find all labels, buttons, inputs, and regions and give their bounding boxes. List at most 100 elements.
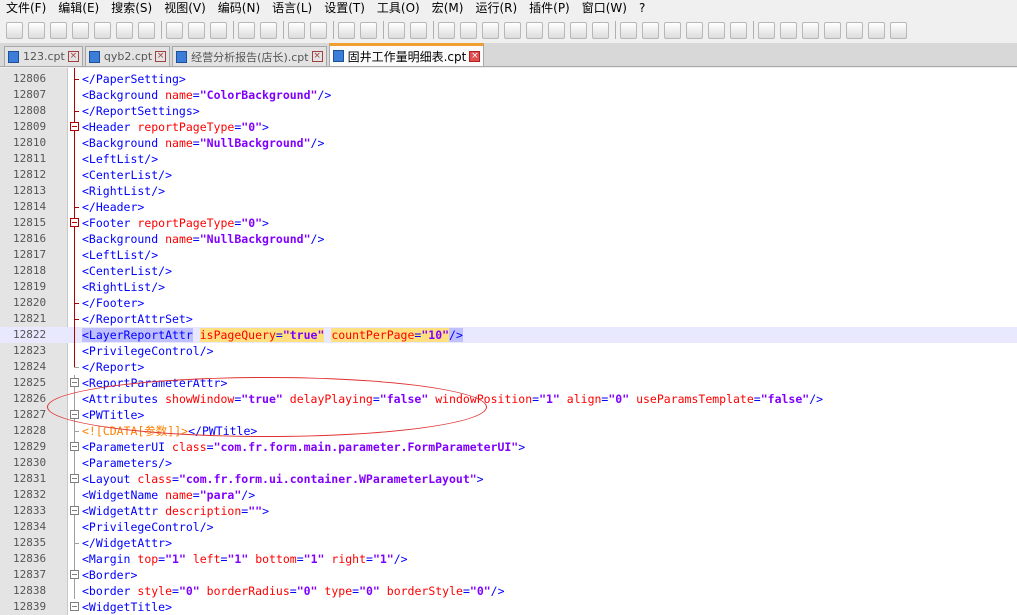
folder-workspace-icon[interactable]	[570, 21, 587, 39]
sync-horizontal-icon[interactable]	[410, 21, 427, 39]
bookmark-icon[interactable]	[730, 21, 747, 39]
menu-item[interactable]: 插件(P)	[523, 0, 576, 17]
compare-next-icon[interactable]	[780, 21, 797, 39]
menu-item[interactable]: 运行(R)	[469, 0, 523, 17]
menu-item[interactable]: 搜索(S)	[105, 0, 158, 17]
code-line[interactable]: 12820 </Footer>	[0, 295, 1017, 311]
code-line[interactable]: 12835 </WidgetAttr>	[0, 535, 1017, 551]
last-icon[interactable]	[868, 21, 885, 39]
code-line[interactable]: 12812 <CenterList/>	[0, 167, 1017, 183]
save-macro-icon[interactable]	[708, 21, 725, 39]
menu-item[interactable]: 窗口(W)	[576, 0, 633, 17]
code-line[interactable]: 12811 <LeftList/>	[0, 151, 1017, 167]
save-all-icon[interactable]	[72, 21, 89, 39]
menu-item[interactable]: 编辑(E)	[52, 0, 105, 17]
code-line[interactable]: 12809 <Header reportPageType="0">	[0, 119, 1017, 135]
code-line[interactable]: 12824 </Report>	[0, 359, 1017, 375]
tab-file[interactable]: qyb2.cpt ×	[84, 46, 171, 66]
menu-item[interactable]: 文件(F)	[0, 0, 52, 17]
menu-item[interactable]: 视图(V)	[158, 0, 212, 17]
menu-item[interactable]: 设置(T)	[318, 0, 371, 17]
code-line[interactable]: 12819 <RightList/>	[0, 279, 1017, 295]
stop-macro-icon[interactable]	[642, 21, 659, 39]
close-tab-icon[interactable]: ×	[469, 50, 481, 62]
paste-icon[interactable]	[210, 21, 227, 39]
code-line[interactable]: 12829 <ParameterUI class="com.fr.form.mai…	[0, 439, 1017, 455]
code-line[interactable]: 12834 <PrivilegeControl/>	[0, 519, 1017, 535]
compare-icon[interactable]	[758, 21, 775, 39]
fold-toggle-icon[interactable]	[70, 378, 79, 387]
close-tab-icon[interactable]: ×	[311, 51, 323, 62]
tab-file[interactable]: 固井工作量明细表.cpt ×	[328, 43, 485, 66]
close-all-icon[interactable]	[116, 21, 133, 39]
menu-item[interactable]: 语言(L)	[266, 0, 318, 17]
code-line[interactable]: 12832 <WidgetName name="para"/>	[0, 487, 1017, 503]
indent-guide-icon[interactable]	[482, 21, 499, 39]
close-tab-icon[interactable]: ×	[155, 51, 167, 62]
save-icon[interactable]	[50, 21, 67, 39]
redo-icon[interactable]	[260, 21, 277, 39]
function-list-icon[interactable]	[548, 21, 565, 39]
word-wrap-icon[interactable]	[438, 21, 455, 39]
code-line[interactable]: 12836 <Margin top="1" left="1" bottom="1"…	[0, 551, 1017, 567]
sync-vertical-icon[interactable]	[388, 21, 405, 39]
code-line[interactable]: 12810 <Background name="NullBackground"/>	[0, 135, 1017, 151]
cut-icon[interactable]	[166, 21, 183, 39]
fold-toggle-icon[interactable]	[70, 506, 79, 515]
tab-file[interactable]: 经营分析报告(店长).cpt ×	[172, 46, 327, 66]
zoom-out-icon[interactable]	[360, 21, 377, 39]
print-icon[interactable]	[138, 21, 155, 39]
code-line[interactable]: 12830 <Parameters/>	[0, 455, 1017, 471]
show-all-chars-icon[interactable]	[460, 21, 477, 39]
code-line[interactable]: 12822 <LayerReportAttr isPageQuery="true"…	[0, 327, 1017, 343]
code-line[interactable]: 12813 <RightList/>	[0, 183, 1017, 199]
menu-item[interactable]: 工具(O)	[371, 0, 426, 17]
code-line[interactable]: 12807 <Background name="ColorBackground"/…	[0, 87, 1017, 103]
code-line[interactable]: 12821 </ReportAttrSet>	[0, 311, 1017, 327]
find-icon[interactable]	[288, 21, 305, 39]
code-token: >	[262, 216, 269, 230]
next-icon[interactable]	[846, 21, 863, 39]
zoom-in-icon[interactable]	[338, 21, 355, 39]
code-line[interactable]: 12818 <CenterList/>	[0, 263, 1017, 279]
undo-icon[interactable]	[238, 21, 255, 39]
code-editor[interactable]: 12806 </PaperSetting> 12807 <Background nam…	[0, 68, 1017, 615]
fold-toggle-icon[interactable]	[70, 602, 79, 611]
code-line[interactable]: 12816 <Background name="NullBackground"/>	[0, 231, 1017, 247]
user-lang-icon[interactable]	[504, 21, 521, 39]
menu-item[interactable]: ?	[633, 0, 651, 17]
close-tab-icon[interactable]: ×	[67, 51, 79, 62]
prev-icon[interactable]	[824, 21, 841, 39]
code-line[interactable]: 12839 <WidgetTitle>	[0, 599, 1017, 615]
monitor-icon[interactable]	[592, 21, 609, 39]
new-file-icon[interactable]	[6, 21, 23, 39]
code-line[interactable]: 12806 </PaperSetting>	[0, 71, 1017, 87]
code-line[interactable]: 12815 <Footer reportPageType="0">	[0, 215, 1017, 231]
play-multiple-icon[interactable]	[686, 21, 703, 39]
tab-file[interactable]: 123.cpt ×	[4, 46, 83, 66]
record-macro-icon[interactable]	[620, 21, 637, 39]
copy-icon[interactable]	[188, 21, 205, 39]
code-line[interactable]: 12814 </Header>	[0, 199, 1017, 215]
fold-toggle-icon[interactable]	[70, 474, 79, 483]
code-line[interactable]: 12808 </ReportSettings>	[0, 103, 1017, 119]
settings-icon[interactable]	[890, 21, 907, 39]
play-macro-icon[interactable]	[664, 21, 681, 39]
fold-toggle-icon[interactable]	[70, 442, 79, 451]
replace-icon[interactable]	[310, 21, 327, 39]
code-line[interactable]: 12838 <border style="0" borderRadius="0" …	[0, 583, 1017, 599]
first-icon[interactable]	[802, 21, 819, 39]
close-icon[interactable]	[94, 21, 111, 39]
code-line[interactable]: 12833 <WidgetAttr description="">	[0, 503, 1017, 519]
open-file-icon[interactable]	[28, 21, 45, 39]
doc-map-icon[interactable]	[526, 21, 543, 39]
menu-item[interactable]: 宏(M)	[426, 0, 470, 17]
fold-toggle-icon[interactable]	[70, 122, 79, 131]
fold-toggle-icon[interactable]	[70, 570, 79, 579]
code-line[interactable]: 12837 <Border>	[0, 567, 1017, 583]
code-line[interactable]: 12817 <LeftList/>	[0, 247, 1017, 263]
code-line[interactable]: 12823 <PrivilegeControl/>	[0, 343, 1017, 359]
code-line[interactable]: 12831 <Layout class="com.fr.form.ui.conta…	[0, 471, 1017, 487]
fold-toggle-icon[interactable]	[70, 218, 79, 227]
menu-item[interactable]: 编码(N)	[212, 0, 266, 17]
